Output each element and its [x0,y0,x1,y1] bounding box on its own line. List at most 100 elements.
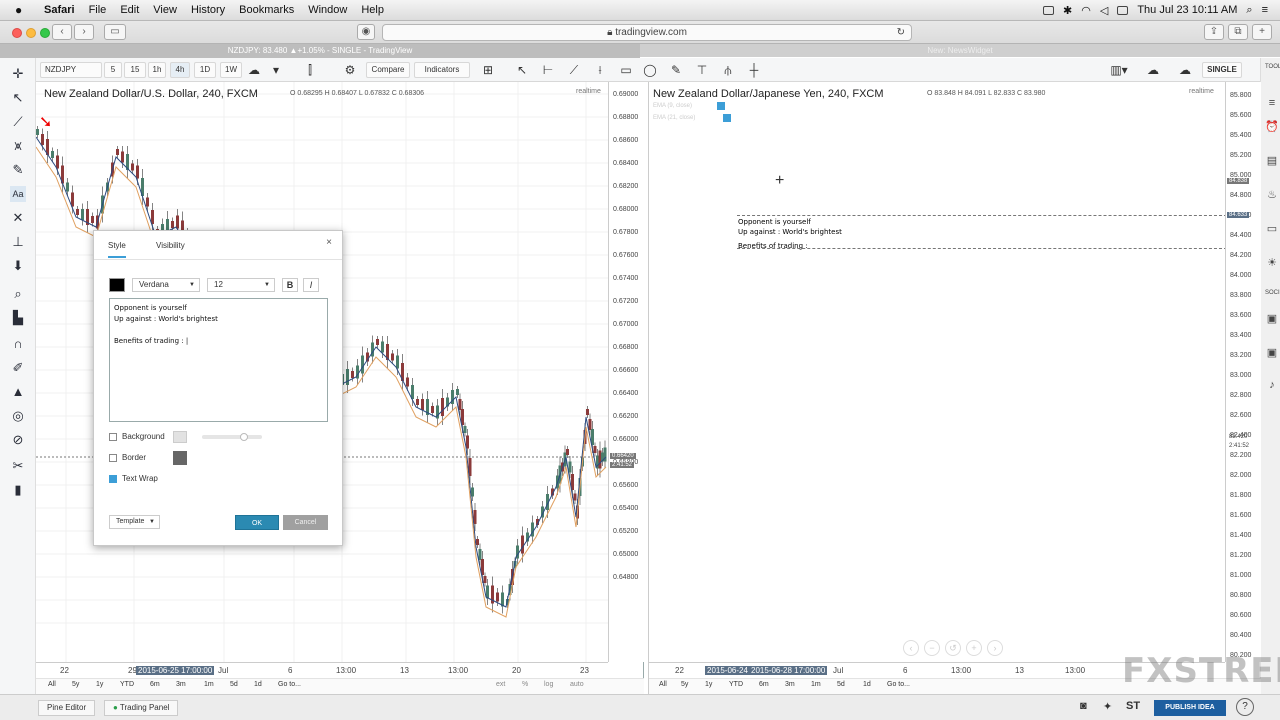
range-5y[interactable]: 5y [72,681,79,688]
trash-icon[interactable]: ▮ [10,482,26,498]
font-size-select[interactable]: 12 ▼ [207,278,275,292]
reload-icon[interactable]: ↻ [897,25,905,40]
pitchfork-icon[interactable]: ⫛ [720,62,736,78]
scroll-right-icon[interactable]: › [987,640,1003,656]
range-5y[interactable]: 5y [681,681,688,688]
menu-edit[interactable]: Edit [113,4,146,16]
close-window-button[interactable] [12,28,22,38]
zoom-in-icon[interactable]: + [966,640,982,656]
messages-icon[interactable]: ▣ [1265,346,1279,360]
apple-icon[interactable]: ● [15,3,29,17]
indicators-button[interactable]: Indicators [414,62,470,78]
publish-idea-button[interactable]: PUBLISH IDEA [1154,700,1226,716]
tabs-button[interactable]: ⧉ [1228,24,1248,40]
eye-icon[interactable] [723,114,731,122]
range-all[interactable]: All [48,681,56,688]
horizontal-line-icon[interactable]: ⊢ [540,62,556,78]
range-6m[interactable]: 6m [150,681,160,688]
menu-view[interactable]: View [146,4,184,16]
range-ytd[interactable]: YTD [729,681,743,688]
border-checkbox[interactable] [109,454,117,462]
stocktwits-icon[interactable]: ST [1126,700,1140,712]
tab-visibility[interactable]: Visibility [156,241,185,250]
reader-icon[interactable]: ◉ [357,24,375,40]
alarm-icon[interactable]: ⏰ [1265,120,1279,134]
ellipse-icon[interactable]: ◯ [642,62,658,78]
range-goto[interactable]: Go to... [278,681,301,688]
indicator-ema-21[interactable]: EMA (21, close) [653,115,695,121]
fib-icon[interactable]: ⊤ [694,62,710,78]
eye-icon[interactable]: ◎ [10,408,26,424]
scale-log[interactable]: log [544,681,553,688]
tab-newswidget[interactable]: New: NewsWidget [640,44,1280,58]
flame-icon[interactable]: ♨ [1265,188,1279,202]
bold-button[interactable]: B [282,278,298,292]
address-bar[interactable]: 🔒︎ tradingview.com ↻ [382,24,912,41]
symbol-search-input[interactable]: NZDJPY [40,62,102,78]
layout-icon[interactable]: ▥▾ [1108,62,1130,78]
range-ytd[interactable]: YTD [120,681,134,688]
sidebar-button[interactable]: ▭ [104,24,126,40]
minimize-window-button[interactable] [26,28,36,38]
help-icon[interactable]: ? [1236,698,1254,716]
interval-1h[interactable]: 1h [148,62,166,78]
price-scale[interactable]: 85.80085.60085.40085.20085.00084.80084.6… [1225,82,1261,662]
cursor-icon[interactable]: ↖ [514,62,530,78]
chat-icon[interactable]: ▭ [1265,222,1279,236]
range-goto[interactable]: Go to... [887,681,910,688]
volume-icon[interactable]: ◁ [1100,4,1108,17]
menu-file[interactable]: File [82,4,114,16]
crosshair-icon[interactable]: ┼ [746,62,762,78]
time-scale[interactable]: 22 29 2015-06-25 17:00:00 Jul 6 13:00 13 13:00 2… [36,662,608,678]
cursor-icon[interactable]: ↖ [10,90,26,106]
chart-pane-nzdjpy[interactable]: New Zealand Dollar/Japanese Yen, 240, FX… [648,82,1261,694]
prediction-icon[interactable]: ⊥ [10,234,26,250]
slider-handle[interactable] [240,433,248,441]
range-5d[interactable]: 5d [230,681,238,688]
battery-icon[interactable] [1117,5,1129,15]
price-scale[interactable]: 0.69000 0.68800 0.68600 0.68400 0.68200 0.680… [608,82,644,662]
trend-line-icon[interactable]: ⟋ [10,114,26,130]
trading-panel-tab[interactable]: ● Trading Panel [104,700,179,716]
candles-icon[interactable]: ⫿ [302,62,318,78]
brush-icon[interactable]: ✎ [10,162,26,178]
zoom-window-button[interactable] [40,28,50,38]
search-icon[interactable]: ⌕ [1246,4,1252,17]
font-family-select[interactable]: Verdana ▼ [132,278,200,292]
menu-safari[interactable]: Safari [37,4,82,16]
tab-nzdjpy[interactable]: NZDJPY: 83.480 ▲+1.05% - SINGLE - Tradin… [0,44,640,58]
text-color-swatch[interactable] [109,278,125,292]
tab-style[interactable]: Style [108,241,126,258]
background-checkbox[interactable] [109,433,117,441]
range-3m[interactable]: 3m [176,681,186,688]
measure-icon[interactable]: ▙ [10,310,26,326]
background-color-swatch[interactable] [173,431,187,443]
gear-icon[interactable]: ⚙ [342,62,358,78]
range-1m[interactable]: 1m [811,681,821,688]
pitchfork-icon[interactable]: ⩙ [10,138,26,154]
close-icon[interactable]: × [326,237,332,248]
cloud-load-icon[interactable]: ☁ [1174,62,1196,78]
cloud-save-icon[interactable]: ☁ [1142,62,1164,78]
scroll-left-icon[interactable]: ‹ [903,640,919,656]
interval-1d[interactable]: 1D [194,62,216,78]
calendar-icon[interactable]: ▤ [1265,154,1279,168]
clock[interactable]: Thu Jul 23 10:11 AM [1137,4,1237,16]
menu-bookmarks[interactable]: Bookmarks [232,4,301,16]
back-button[interactable]: ‹ [52,24,72,40]
cancel-button[interactable]: Cancel [283,515,328,530]
zoom-out-icon[interactable]: − [924,640,940,656]
pencil-icon[interactable]: ✐ [10,360,26,376]
bluetooth-icon[interactable]: ✱ [1063,4,1072,17]
list-icon[interactable]: ≡ [1262,4,1268,16]
indicator-ema-9[interactable]: EMA (9, close) [653,103,692,109]
bell-icon[interactable]: ♪ [1265,378,1279,392]
menu-window[interactable]: Window [301,4,354,16]
range-3m[interactable]: 3m [785,681,795,688]
remove-drawings-icon[interactable]: ✂ [10,458,26,474]
menu-help[interactable]: Help [354,4,391,16]
interval-15[interactable]: 15 [124,62,146,78]
compare-button[interactable]: Compare [366,62,410,78]
share-button[interactable]: ⇪ [1204,24,1224,40]
border-color-swatch[interactable] [173,451,187,465]
